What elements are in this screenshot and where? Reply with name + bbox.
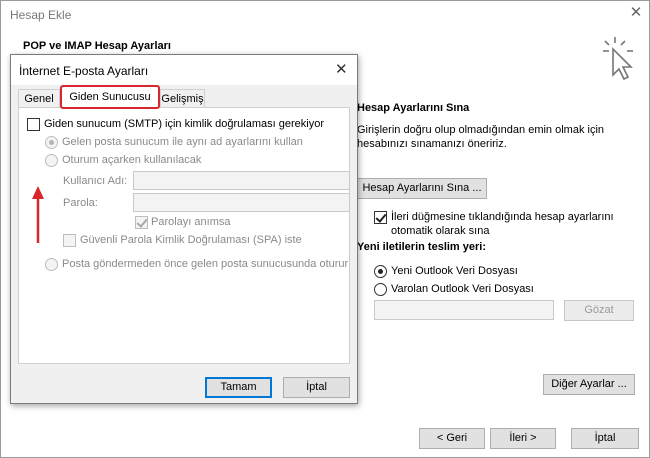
- browse-button[interactable]: Gözat: [564, 300, 634, 321]
- test-desc-line1: Girişlerin doğru olup olmadığından emin …: [357, 124, 605, 136]
- window-title: Hesap Ekle: [10, 8, 72, 22]
- username-field[interactable]: [133, 171, 350, 190]
- ok-button[interactable]: Tamam: [205, 377, 272, 398]
- window-close-button[interactable]: ✕: [627, 4, 645, 22]
- existing-data-file-path-field[interactable]: [374, 300, 554, 320]
- smtp-auth-label: Giden sunucum (SMTP) için kimlik doğrula…: [44, 118, 324, 130]
- auto-test-line1: İleri düğmesine tıklandığında hesap ayar…: [391, 211, 614, 223]
- tab-panel: Giden sunucum (SMTP) için kimlik doğrula…: [18, 107, 350, 364]
- auto-test-checkbox[interactable]: [374, 211, 387, 224]
- dialog-close-button[interactable]: ✕: [335, 60, 348, 78]
- new-data-file-radio[interactable]: [374, 265, 387, 278]
- auto-test-line2: otomatik olarak sına: [391, 225, 490, 237]
- logon-incoming-first-label: Posta göndermeden önce gelen posta sunuc…: [62, 258, 349, 270]
- internet-email-settings-dialog: İnternet E-posta Ayarları ✕ Genel Giden …: [10, 54, 358, 404]
- remember-password-label: Parolayı anımsa: [151, 216, 231, 228]
- same-settings-label: Gelen posta sunucum ile aynı ad ayarları…: [62, 136, 303, 148]
- password-label: Parola:: [63, 197, 98, 209]
- red-arrow-annotation-icon: [32, 186, 44, 243]
- outer-cancel-button[interactable]: İptal: [571, 428, 639, 449]
- tab-outgoing-server[interactable]: Giden Sunucusu: [60, 85, 160, 109]
- next-button[interactable]: İleri >: [490, 428, 556, 449]
- username-label: Kullanıcı Adı:: [63, 175, 128, 187]
- cursor-click-icon: [603, 37, 633, 81]
- dialog-title: İnternet E-posta Ayarları: [19, 64, 149, 78]
- spa-checkbox[interactable]: [63, 234, 76, 247]
- test-settings-title: Hesap Ayarlarını Sına: [357, 102, 470, 114]
- tab-advanced[interactable]: Gelişmiş: [160, 89, 205, 109]
- dialog-cancel-button[interactable]: İptal: [283, 377, 350, 398]
- existing-data-file-radio[interactable]: [374, 283, 387, 296]
- more-settings-button[interactable]: Diğer Ayarlar ...: [543, 374, 635, 395]
- logon-using-label: Oturum açarken kullanılacak: [62, 154, 202, 166]
- back-button[interactable]: < Geri: [419, 428, 485, 449]
- test-desc-line2: hesabınızı sınamanızı öneririz.: [357, 138, 507, 150]
- password-field[interactable]: [133, 193, 350, 212]
- existing-data-file-label: Varolan Outlook Veri Dosyası: [391, 283, 534, 295]
- delivery-title: Yeni iletilerin teslim yeri:: [357, 241, 486, 253]
- test-account-settings-button[interactable]: Hesap Ayarlarını Sına ...: [357, 178, 487, 199]
- dialog-titlebar: İnternet E-posta Ayarları ✕: [11, 55, 357, 85]
- remember-password-checkbox[interactable]: [135, 216, 148, 229]
- page-heading: POP ve IMAP Hesap Ayarları: [23, 40, 171, 52]
- smtp-auth-checkbox[interactable]: [27, 118, 40, 131]
- same-settings-radio[interactable]: [45, 136, 58, 149]
- logon-using-radio[interactable]: [45, 154, 58, 167]
- spa-label: Güvenli Parola Kimlik Doğrulaması (SPA) …: [80, 234, 302, 246]
- tab-general[interactable]: Genel: [18, 89, 60, 109]
- new-data-file-label: Yeni Outlook Veri Dosyası: [391, 265, 518, 277]
- logon-incoming-first-radio[interactable]: [45, 258, 58, 271]
